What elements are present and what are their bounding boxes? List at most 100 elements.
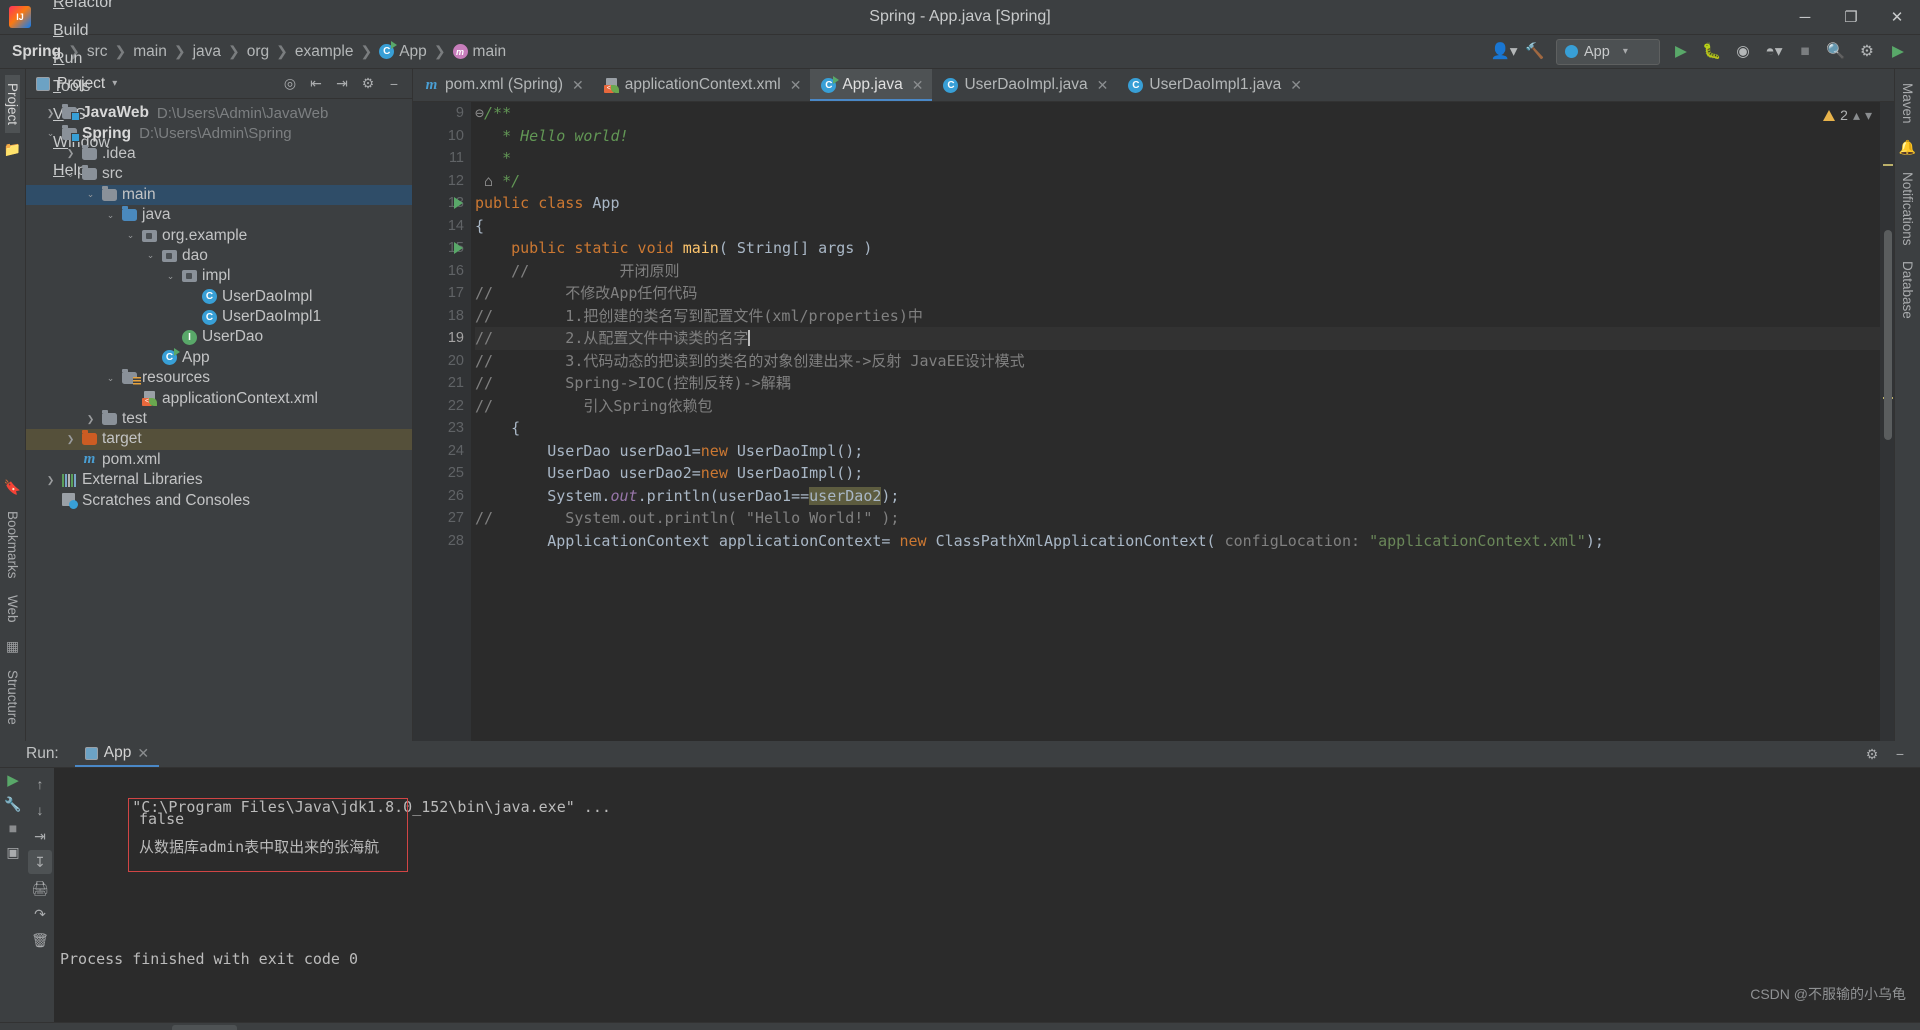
gear-icon[interactable]: ⚙	[1860, 742, 1884, 766]
sidebar-item-database[interactable]: Database	[1900, 253, 1915, 327]
code-content[interactable]: ⊖/** * Hello world! * ⌂ */public class A…	[471, 102, 1880, 741]
search-icon[interactable]: 🔍	[1822, 39, 1850, 65]
gear-icon[interactable]: ⚙	[356, 72, 380, 96]
tree-item-org-example[interactable]: ⌄ org.example	[26, 225, 412, 245]
bottom-tab-terminal[interactable]: ▣Terminal	[424, 1025, 521, 1030]
code-line[interactable]: // Spring->IOC(控制反转)->解耦	[475, 372, 1880, 395]
editor-scrollbar-thumb[interactable]	[1884, 230, 1892, 440]
code-line[interactable]: ⌂ */	[475, 170, 1880, 193]
code-line[interactable]: // 引入Spring依赖包	[475, 395, 1880, 418]
tree-item-userdao[interactable]: ›IUserDao	[26, 327, 412, 347]
tree-item-applicationcontext-xml[interactable]: ›<applicationContext.xml	[26, 388, 412, 408]
sidebar-item-bookmarks[interactable]: Bookmarks	[5, 503, 20, 587]
maximize-button[interactable]: ❐	[1828, 0, 1874, 35]
chevron-right-icon[interactable]: ❯	[44, 475, 57, 486]
close-icon[interactable]: ✕	[572, 77, 584, 94]
close-icon[interactable]: ✕	[1097, 77, 1109, 94]
structure-icon[interactable]: ▦	[4, 637, 22, 655]
code-line[interactable]: // 2.从配置文件中读类的名字	[475, 327, 1880, 350]
editor-tab-userdaoimpl-java[interactable]: C UserDaoImpl.java ✕	[932, 69, 1117, 101]
wrench-icon[interactable]: 🔧	[1, 792, 25, 816]
code-line[interactable]: *	[475, 147, 1880, 170]
code-line[interactable]: // 开闭原则	[475, 260, 1880, 283]
run-icon[interactable]: ▶	[1667, 39, 1695, 65]
chevron-right-icon[interactable]: ❯	[64, 434, 77, 445]
code-line[interactable]: ApplicationContext applicationContext= n…	[475, 530, 1880, 553]
minimize-button[interactable]: ─	[1782, 0, 1828, 35]
run-tab-app[interactable]: App ✕	[74, 741, 160, 767]
tree-item-impl[interactable]: ⌄ impl	[26, 266, 412, 286]
editor-tab-pom-xml-spring-[interactable]: m pom.xml (Spring) ✕	[413, 69, 593, 101]
menu-item-refactor[interactable]: Refactor	[42, 0, 127, 17]
chevron-down-icon[interactable]: ⌄	[104, 373, 117, 384]
scroll-to-end-icon[interactable]: ↧	[28, 850, 52, 874]
code-editor[interactable]: 9 10 11 12 13 14 15 16 17 18 19 20 21 22 23 24 25 26 27 28 …	[413, 102, 1894, 741]
editor-tabs[interactable]: m pom.xml (Spring) ✕ < applicationContext.xm…	[413, 69, 1894, 102]
bottom-tab-build[interactable]: ὒ8Build	[702, 1025, 778, 1030]
trash-icon[interactable]: 🗑	[28, 928, 52, 952]
updates-icon[interactable]: ▶	[1884, 39, 1912, 65]
bottom-tab-problems[interactable]: ⓘProblems	[320, 1024, 424, 1030]
menu-item-build[interactable]: Build	[42, 17, 127, 45]
close-icon[interactable]: ✕	[137, 745, 149, 762]
tree-item-pom-xml[interactable]: ›mpom.xml	[26, 450, 412, 470]
debug-icon[interactable]: 🐛	[1698, 39, 1726, 65]
chevron-down-icon[interactable]: ▾	[1865, 107, 1872, 124]
export-icon[interactable]: ↷	[28, 902, 52, 926]
sidebar-item-structure[interactable]: Structure	[5, 662, 20, 733]
code-line[interactable]: public class App	[475, 192, 1880, 215]
code-line[interactable]: // 不修改App任何代码	[475, 282, 1880, 305]
bottom-tab-services[interactable]: ⚙Services	[521, 1025, 618, 1030]
breadcrumb-item-java[interactable]: java	[193, 43, 221, 61]
code-line[interactable]: System.out.println(userDao1==userDao2);	[475, 485, 1880, 508]
up-arrow-icon[interactable]: ↑	[28, 772, 52, 796]
bottom-tab-todo[interactable]: ☑TODO	[237, 1025, 320, 1030]
breadcrumb-item-example[interactable]: example	[295, 43, 354, 61]
tree-item-userdaoimpl1[interactable]: ›CUserDaoImpl1	[26, 307, 412, 327]
console-output[interactable]: "C:\Program Files\Java\jdk1.8.0_152\bin\…	[54, 768, 1920, 1022]
project-tree[interactable]: ❯ JavaWeb D:\Users\Admin\JavaWeb ⌄ Spring D:\…	[26, 99, 412, 741]
bottom-tab-run[interactable]: ▶Run	[171, 1025, 238, 1030]
editor-tab-app-java[interactable]: C App.java ✕	[810, 69, 933, 101]
breadcrumb-item-org[interactable]: org	[247, 43, 269, 61]
run-gutter-icon[interactable]	[451, 237, 465, 260]
expand-icon[interactable]: ⇤	[304, 72, 328, 96]
soft-wrap-icon[interactable]: ⇥	[28, 824, 52, 848]
menu-item-vcs[interactable]: VCS	[42, 101, 127, 129]
close-button[interactable]: ✕	[1874, 0, 1920, 35]
code-line[interactable]: {	[475, 417, 1880, 440]
collapse-icon[interactable]: ⇥	[330, 72, 354, 96]
profile-icon[interactable]: ◓▾	[1760, 39, 1788, 65]
close-icon[interactable]: ✕	[790, 77, 802, 94]
bookmark-icon[interactable]: 🔖	[4, 478, 22, 496]
inspection-widget[interactable]: 2 ▴ ▾	[1815, 102, 1880, 128]
tree-item-resources[interactable]: ⌄ resources	[26, 368, 412, 388]
tree-item-userdaoimpl[interactable]: ›CUserDaoImpl	[26, 287, 412, 307]
chevron-down-icon[interactable]: ⌄	[124, 230, 137, 241]
minimize-icon[interactable]: −	[382, 72, 406, 96]
bottom-tab-spring[interactable]: ☘Spring	[913, 1025, 996, 1030]
breadcrumb-item-main[interactable]: m main	[452, 43, 506, 61]
locate-icon[interactable]: ◎	[278, 72, 302, 96]
sidebar-item-maven[interactable]: Maven	[1900, 75, 1915, 132]
menu-item-tools[interactable]: Tools	[42, 73, 127, 101]
settings-icon[interactable]: ⚙	[1853, 39, 1881, 65]
sidebar-item-notifications[interactable]: Notifications	[1900, 164, 1915, 254]
chevron-down-icon[interactable]: ⌄	[104, 210, 117, 221]
bottom-tab-dependencies[interactable]: ⚙Dependencies	[777, 1025, 913, 1030]
code-line[interactable]: // System.out.println( "Hello World!" );	[475, 507, 1880, 530]
code-line[interactable]: ⊖/**	[475, 102, 1880, 125]
rerun-icon[interactable]: ▶	[1, 768, 25, 792]
tree-item-java[interactable]: ⌄ java	[26, 205, 412, 225]
code-line[interactable]: public static void main( String[] args )	[475, 237, 1880, 260]
code-line[interactable]: UserDao userDao1=new UserDaoImpl();	[475, 440, 1880, 463]
sidebar-item-web[interactable]: Web	[5, 587, 20, 631]
tree-item-target[interactable]: ❯ target	[26, 429, 412, 450]
code-line[interactable]: // 3.代码动态的把读到的类名的对象创建出来->反射 JavaEE设计模式	[475, 350, 1880, 373]
minimize-icon[interactable]: −	[1888, 742, 1912, 766]
camera-icon[interactable]: ▣	[1, 840, 25, 864]
tree-item-external-libraries[interactable]: ❯ External Libraries	[26, 470, 412, 490]
close-icon[interactable]: ✕	[912, 77, 924, 94]
notifications-icon[interactable]: 🔔	[1899, 139, 1917, 157]
tree-item-app[interactable]: ›CApp	[26, 348, 412, 368]
